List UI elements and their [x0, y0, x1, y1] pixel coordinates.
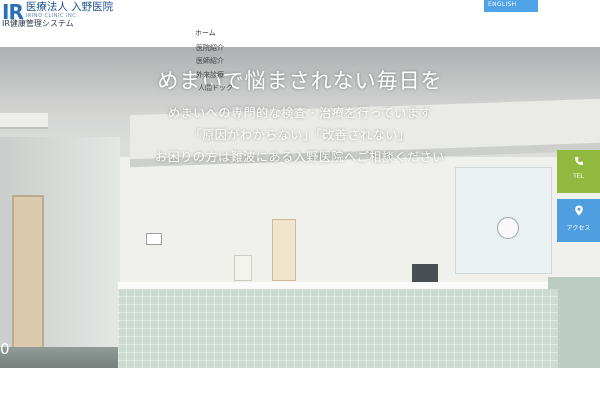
hero-subline: めまいへの専門的な検査・治療を行っています: [167, 106, 432, 120]
dropdown-item[interactable]: 医師紹介: [196, 56, 224, 66]
access-button[interactable]: アクセス: [557, 199, 600, 242]
nav-item-home[interactable]: ホーム: [195, 28, 216, 38]
english-button[interactable]: ENGLISH: [484, 0, 538, 12]
map-pin-icon: [557, 205, 600, 220]
hero-headline: めまいで悩まされない毎日を: [157, 69, 443, 93]
hero-image: [0, 47, 600, 368]
hero-subline: お困りの方は難波にある入野医院へご相談ください: [155, 150, 445, 164]
dropdown-item[interactable]: 人間ドック: [198, 83, 233, 93]
hero-subline: 「原因がわからない」「改善されない」: [189, 128, 411, 142]
clinic-name: 医療法人 入野医院: [25, 1, 114, 13]
phone-icon: [557, 156, 600, 170]
logo-text: 医療法人 入野医院 IRINO CLINIC INC.: [26, 1, 113, 19]
dropdown-item[interactable]: 医院紹介: [196, 43, 224, 53]
system-title[interactable]: IR健康管理システム: [2, 18, 74, 29]
slide-number: 0: [0, 340, 10, 358]
site-header: IR 医療法人 入野医院 IRINO CLINIC INC. IR健康管理システ…: [0, 0, 600, 46]
tel-button[interactable]: TEL: [557, 150, 600, 193]
access-label: アクセス: [566, 225, 591, 232]
hero-overlay: [0, 47, 600, 368]
tel-label: TEL: [573, 173, 584, 180]
dropdown-item[interactable]: 外来診療: [196, 70, 224, 80]
